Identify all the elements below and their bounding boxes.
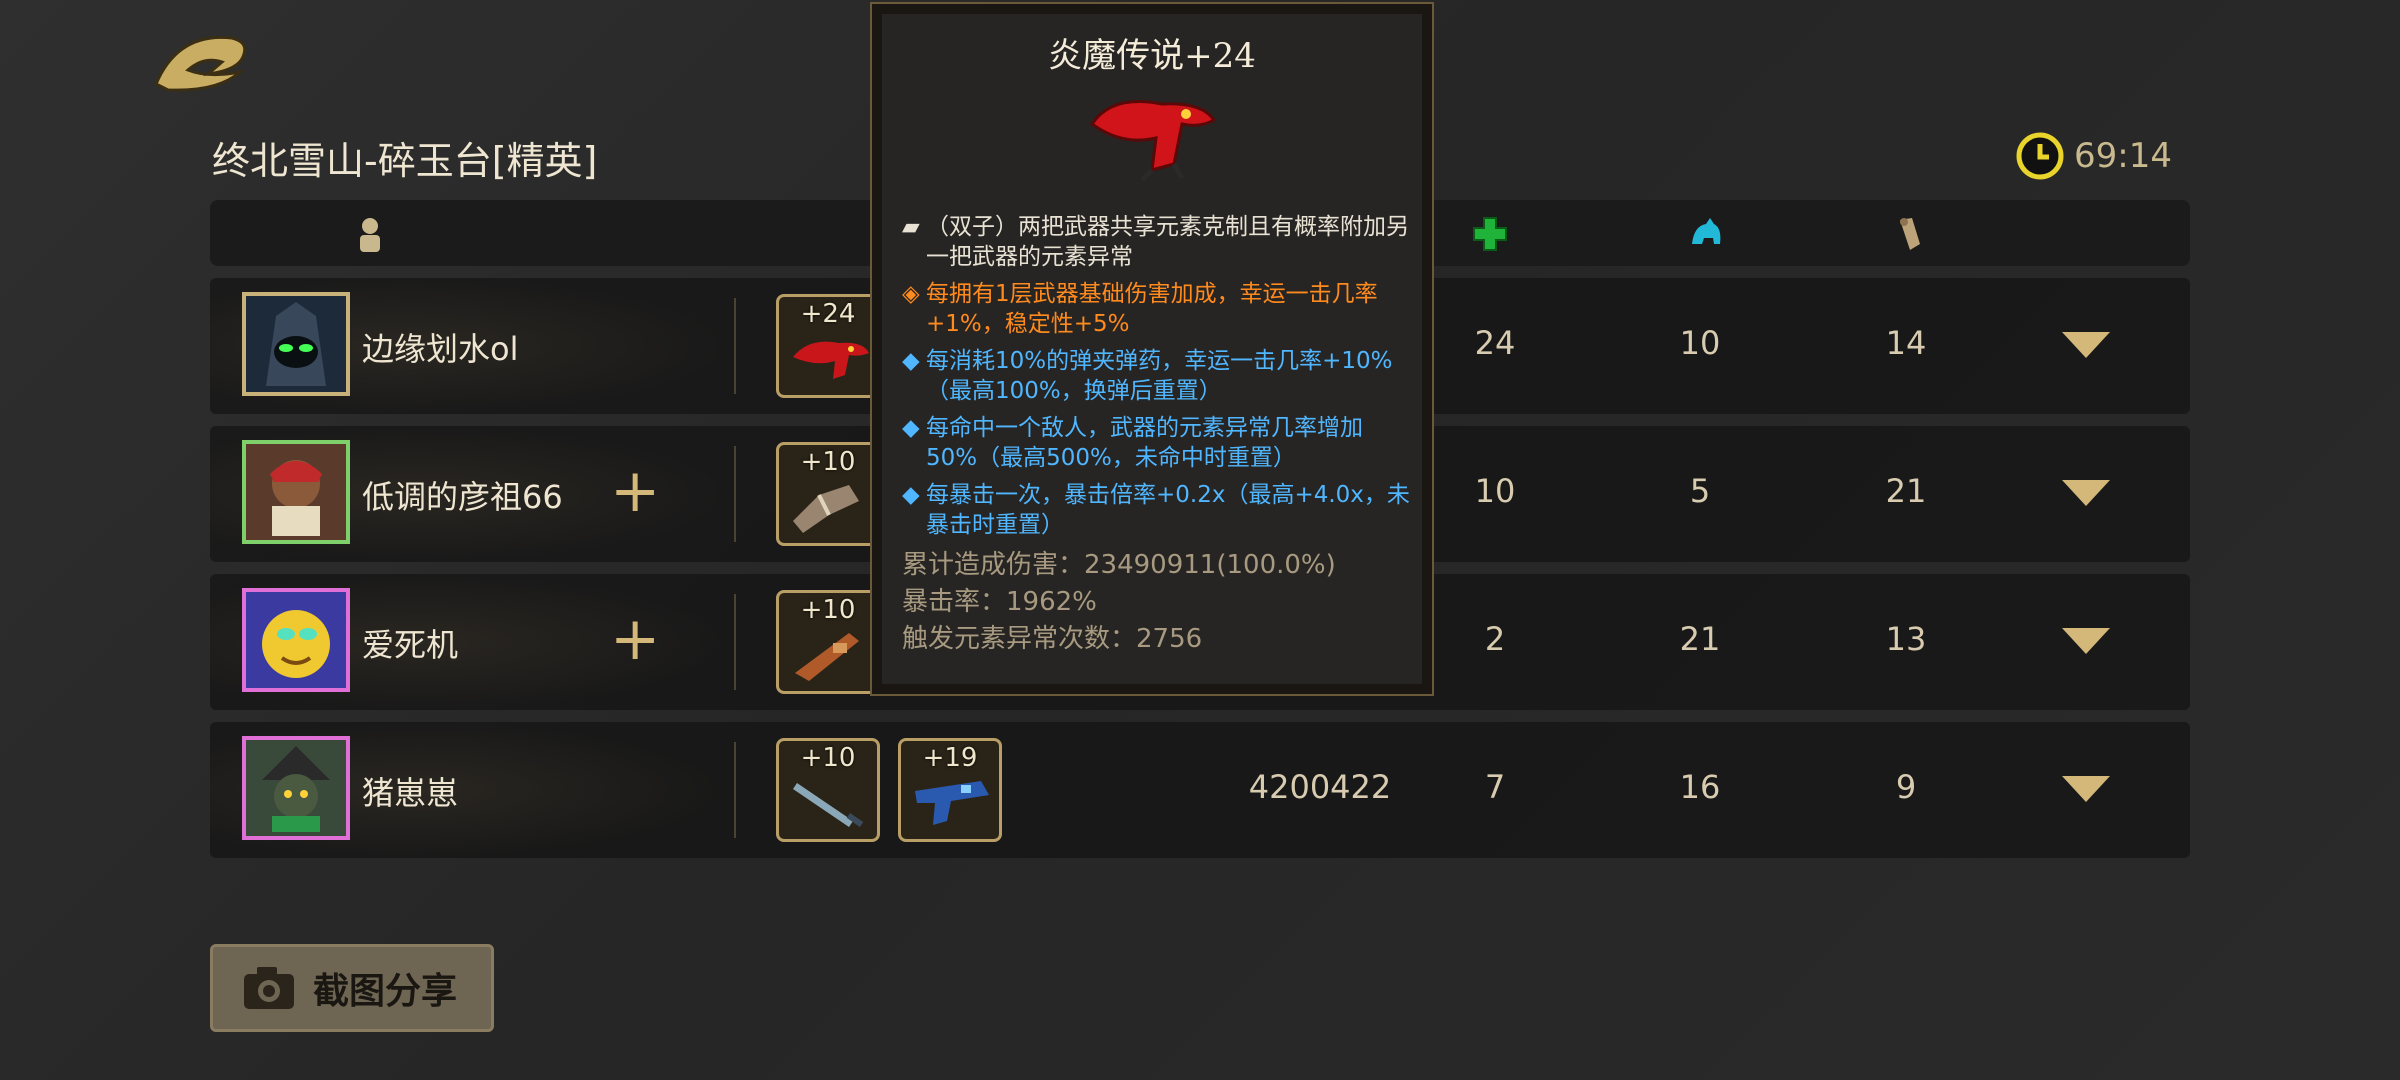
- chevron-down-icon[interactable]: [2060, 330, 2112, 360]
- pet-count: 21: [1679, 620, 1721, 658]
- weapon-slot[interactable]: +24: [776, 294, 880, 398]
- chevron-down-icon[interactable]: [2060, 626, 2112, 656]
- shotgun-icon: [795, 633, 859, 681]
- weapon-level: +10: [800, 595, 856, 625]
- tooltip-line: ◆ 每命中一个敌人，武器的元素异常几率增加50%（最高500%，未命中时重置）: [902, 415, 1363, 471]
- person-icon: [360, 218, 380, 252]
- tooltip-title: 炎魔传说+24: [1048, 36, 1256, 76]
- camera-icon: [244, 967, 294, 1009]
- pet-count: 10: [1679, 324, 1721, 362]
- heal-count: 7: [1484, 768, 1506, 806]
- misc-count: 21: [1885, 472, 1927, 510]
- crossbow-icon: [793, 485, 859, 533]
- share-label: 截图分享: [313, 971, 458, 1012]
- tooltip-line: ◈ 每拥有1层武器基础伤害加成，幸运一击几率+1%，稳定性+5%: [902, 281, 1378, 337]
- pet-count: 5: [1689, 472, 1711, 510]
- sword-icon: [793, 783, 864, 828]
- pet-count: 16: [1679, 768, 1721, 806]
- weapon-slot[interactable]: +10: [776, 590, 880, 694]
- heal-cross-icon: [1473, 217, 1507, 251]
- player-name: 爱死机: [362, 626, 459, 664]
- weapon-tooltip: 炎魔传说+24 ▰ （双子）两把武器共享元素克制且有概率附加另一把武器的元素异常 …: [870, 2, 1434, 696]
- player-row: 猪崽崽 +10 +19 4200422 7 16 9: [210, 722, 2190, 858]
- misc-count: 13: [1885, 620, 1927, 658]
- misc-count: 9: [1895, 768, 1917, 806]
- chevron-down-icon[interactable]: [2060, 774, 2112, 804]
- avatar[interactable]: [242, 588, 350, 692]
- clock-icon: [2016, 132, 2064, 180]
- blue-gun-icon: [915, 781, 989, 825]
- misc-count: 14: [1885, 324, 1927, 362]
- pet-icon: [1692, 218, 1721, 244]
- stage-title: 终北雪山-碎玉台[精英]: [212, 139, 598, 183]
- back-arrow-icon[interactable]: [148, 26, 252, 94]
- avatar[interactable]: [242, 440, 350, 544]
- tooltip-line: ◆ 每暴击一次，暴击倍率+0.2x（最高+4.0x，未暴击时重置）: [902, 482, 1410, 538]
- weapon-slot[interactable]: +10: [776, 442, 880, 546]
- heal-count: 2: [1484, 620, 1506, 658]
- timer: 69:14: [2016, 130, 2172, 182]
- add-friend-button[interactable]: +: [610, 461, 660, 521]
- tooltip-line: ◆ 每消耗10%的弹夹弹药，幸运一击几率+10%（最高100%，换弹后重置）: [902, 348, 1393, 404]
- weapon-level: +10: [800, 447, 856, 477]
- tooltip-line: ▰ （双子）两把武器共享元素克制且有概率附加另一把武器的元素异常: [902, 214, 1409, 270]
- crit-rate-stat: 暴击率：1962%: [902, 587, 1097, 617]
- add-friend-button[interactable]: +: [610, 609, 660, 669]
- avatar[interactable]: [242, 292, 350, 396]
- avatar[interactable]: [242, 736, 350, 840]
- player-name: 边缘划水ol: [362, 330, 519, 368]
- weapon-level: +24: [800, 299, 856, 329]
- player-name: 猪崽崽: [362, 774, 459, 812]
- weapon-slot[interactable]: +19: [898, 738, 1002, 842]
- total-damage-stat: 累计造成伤害：23490911(100.0%): [902, 550, 1336, 580]
- scroll-icon: [1900, 218, 1920, 250]
- elemental-trigger-stat: 触发元素异常次数：2756: [902, 624, 1203, 654]
- chevron-down-icon[interactable]: [2060, 478, 2112, 508]
- timer-value: 69:14: [2074, 136, 2172, 176]
- weapon-level: +10: [800, 743, 856, 773]
- heal-count: 24: [1474, 324, 1516, 362]
- weapon-level: +19: [922, 743, 978, 773]
- screenshot-share-button[interactable]: 截图分享: [210, 944, 494, 1032]
- player-name: 低调的彦祖66: [362, 478, 563, 516]
- fire-demon-gun-icon: [793, 341, 869, 379]
- heal-count: 10: [1474, 472, 1516, 510]
- tooltip-description: ▰ （双子）两把武器共享元素克制且有概率附加另一把武器的元素异常 ◈ 每拥有1层武器…: [902, 212, 1412, 658]
- fire-demon-gun-icon: [1089, 100, 1217, 182]
- weapon-slot[interactable]: +10: [776, 738, 880, 842]
